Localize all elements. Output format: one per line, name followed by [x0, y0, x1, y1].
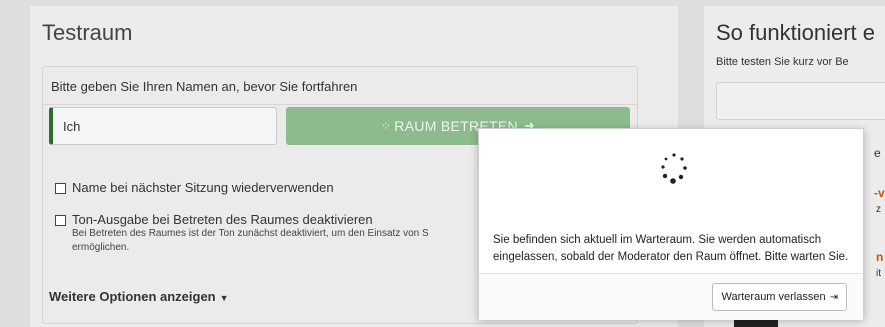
- reuse-name-label: Name bei nächster Sitzung wiederverwende…: [72, 180, 334, 195]
- mute-audio-checkbox[interactable]: [55, 215, 66, 226]
- text-fragment: -v: [874, 186, 885, 200]
- more-options-toggle[interactable]: Weitere Optionen anzeigen ▼: [49, 289, 229, 304]
- mute-audio-hint-line2: ermöglichen.: [72, 242, 130, 253]
- how-it-works-title: So funktioniert e: [716, 20, 875, 45]
- text-fragment: e: [874, 146, 881, 160]
- dialog-footer: Warteraum verlassen ⇥: [479, 273, 863, 320]
- reuse-name-checkbox[interactable]: [55, 183, 66, 194]
- spinner-icon: ⁘: [380, 119, 392, 133]
- more-options-label: Weitere Optionen anzeigen: [49, 289, 216, 304]
- page-title: Testraum: [42, 20, 133, 45]
- text-fragment: it: [876, 268, 881, 279]
- name-input[interactable]: Ich: [49, 107, 277, 145]
- mute-audio-label: Ton-Ausgabe bei Betreten des Raumes deak…: [72, 212, 373, 227]
- page: Testraum Bitte geben Sie Ihren Namen an,…: [0, 0, 885, 327]
- spinner-icon: [661, 153, 687, 184]
- caret-down-icon: ▼: [219, 293, 229, 303]
- leave-waiting-room-label: Warteraum verlassen: [721, 291, 826, 303]
- sign-out-icon: ⇥: [829, 291, 838, 303]
- waiting-room-message: Sie befinden sich aktuell im Warteraum. …: [493, 234, 849, 263]
- mute-audio-hint: Bei Betreten des Raumes ist der Ton zunä…: [72, 227, 472, 255]
- how-it-works-subtitle: Bitte testen Sie kurz vor Be: [716, 56, 849, 68]
- text-fragment: z: [876, 204, 881, 215]
- text-fragment: n: [876, 250, 884, 264]
- name-prompt: Bitte geben Sie Ihren Namen an, bevor Si…: [51, 79, 358, 94]
- card-divider: [43, 104, 637, 105]
- mute-audio-row[interactable]: Ton-Ausgabe bei Betreten des Raumes deak…: [55, 212, 373, 227]
- reuse-name-row[interactable]: Name bei nächster Sitzung wiederverwende…: [55, 180, 334, 195]
- mute-audio-hint-line1: Bei Betreten des Raumes ist der Ton zunä…: [72, 228, 429, 239]
- how-it-works-box: [716, 82, 885, 120]
- name-input-value: Ich: [63, 118, 81, 134]
- waiting-room-dialog: Sie befinden sich aktuell im Warteraum. …: [478, 128, 864, 320]
- leave-waiting-room-button[interactable]: Warteraum verlassen ⇥: [712, 283, 847, 311]
